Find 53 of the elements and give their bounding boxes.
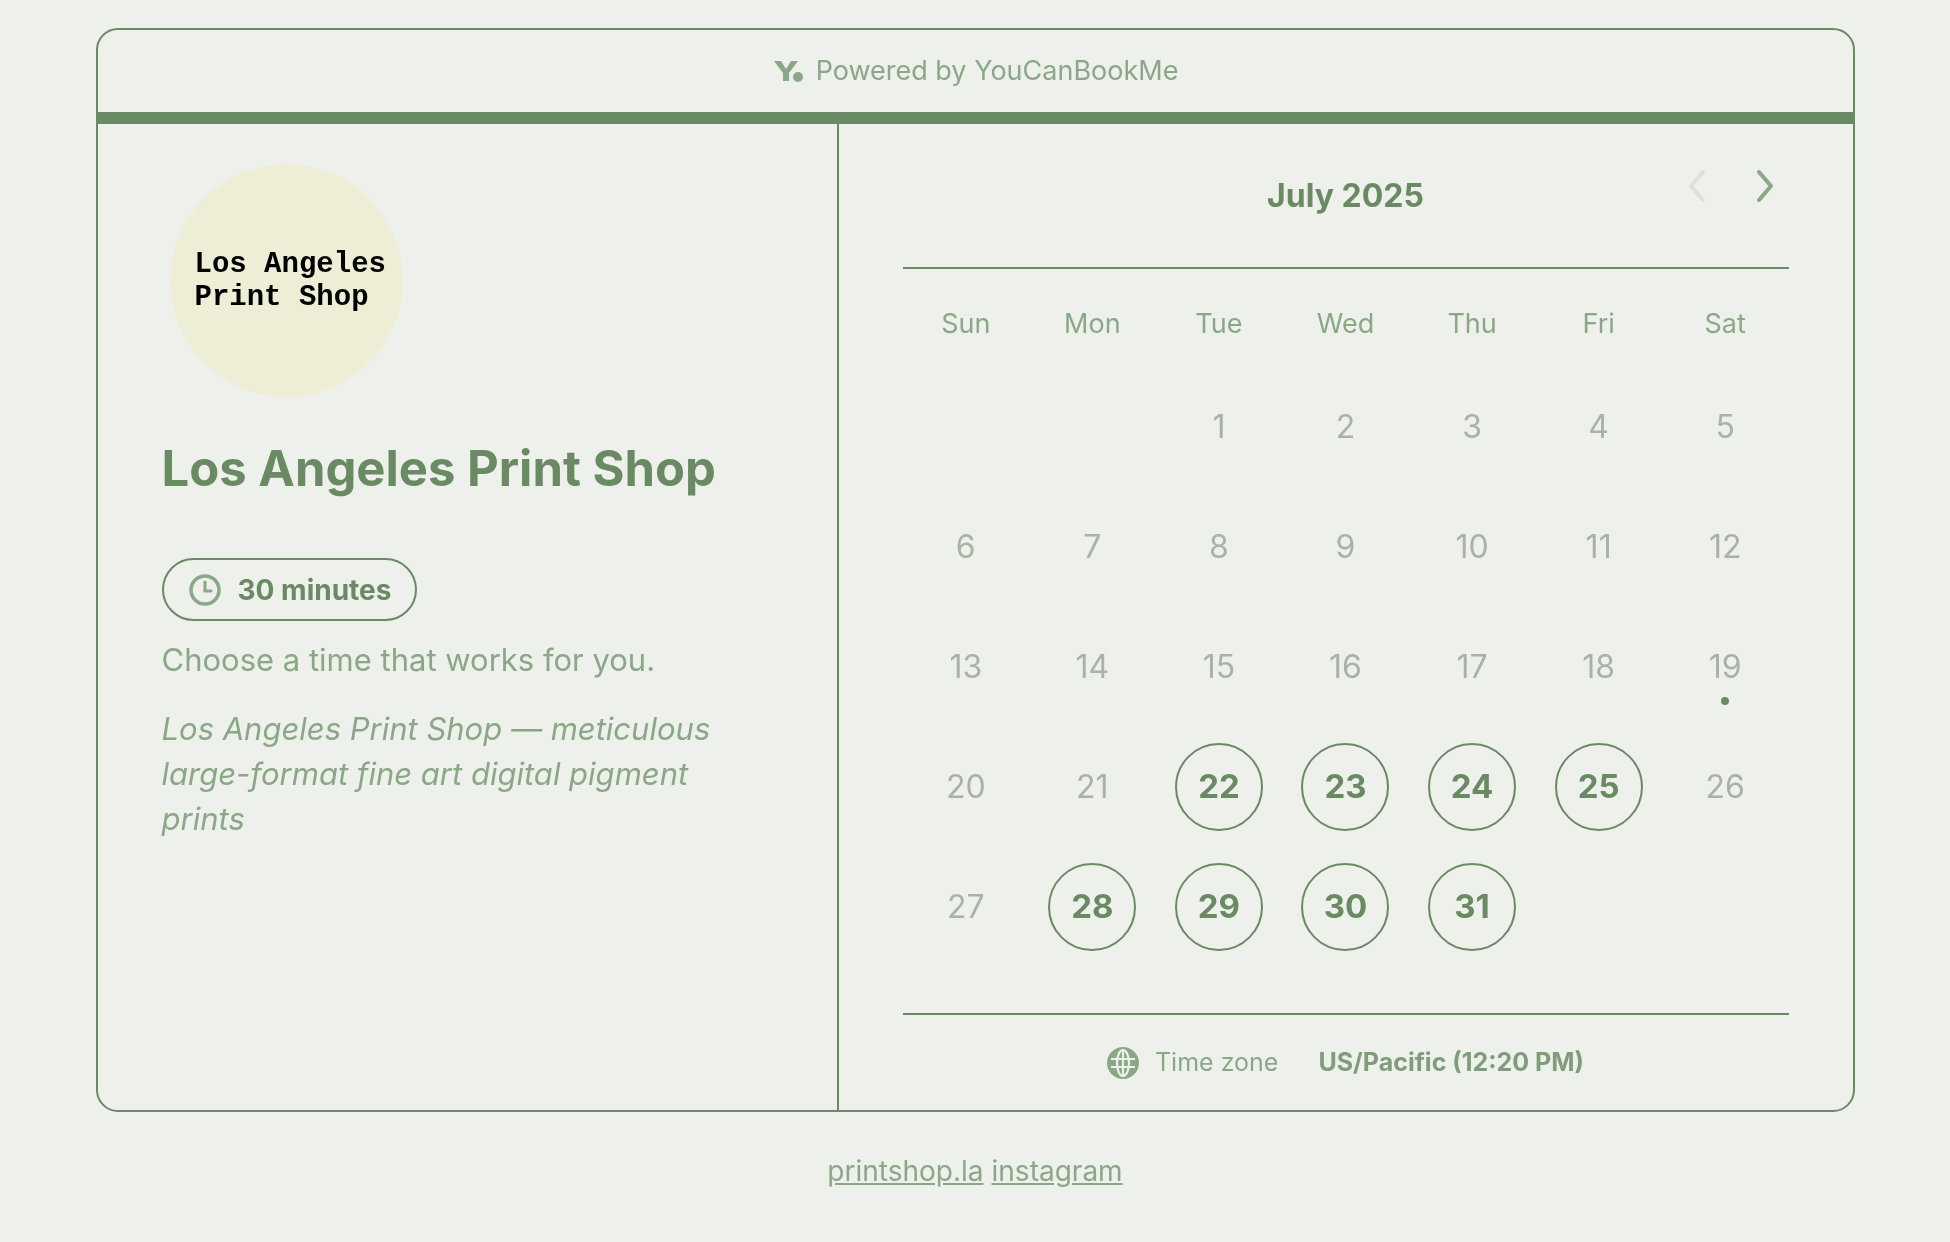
unavailable-day: 8: [1174, 503, 1263, 591]
footer-link[interactable]: printshop.la: [827, 1150, 984, 1192]
clock-icon: [187, 572, 222, 607]
unavailable-day: 21: [1048, 743, 1137, 831]
available-day[interactable]: 25: [1554, 743, 1643, 831]
weekday-label: Fri: [1581, 306, 1616, 343]
unavailable-day: 16: [1301, 623, 1390, 711]
unavailable-day: 19: [1681, 623, 1770, 711]
unavailable-day: 11: [1554, 503, 1643, 591]
globe-icon: [1106, 1046, 1139, 1079]
available-day[interactable]: 28: [1048, 863, 1137, 951]
unavailable-day: 4: [1554, 383, 1643, 471]
weekday-label: Sun: [940, 306, 992, 343]
weekday-label: Sat: [1703, 306, 1747, 343]
unavailable-day: 6: [921, 503, 1010, 591]
unavailable-day: 14: [1048, 623, 1137, 711]
powered-by-text: Powered by YouCanBookMe: [815, 52, 1179, 89]
unavailable-day: 12: [1681, 503, 1770, 591]
unavailable-day: 13: [921, 623, 1010, 711]
available-day[interactable]: 23: [1301, 743, 1390, 831]
unavailable-day: 17: [1428, 623, 1517, 711]
available-day[interactable]: 30: [1301, 863, 1390, 951]
unavailable-day: 27: [921, 863, 1010, 951]
footer-link[interactable]: instagram: [991, 1150, 1123, 1192]
available-day[interactable]: 29: [1174, 863, 1263, 951]
unavailable-day: 7: [1048, 503, 1137, 591]
duration-text: 30 minutes: [237, 571, 392, 609]
prompt-text: Choose a time that works for you.: [161, 640, 657, 680]
unavailable-day: 15: [1174, 623, 1263, 711]
unavailable-day: 3: [1428, 383, 1517, 471]
timezone-selector[interactable]: US/Pacific (12:20 PM): [1318, 1043, 1584, 1082]
unavailable-day: 20: [921, 743, 1010, 831]
weekday-label: Tue: [1194, 306, 1244, 343]
available-day[interactable]: 31: [1428, 863, 1517, 951]
unavailable-day: 1: [1174, 383, 1263, 471]
unavailable-day: 18: [1554, 623, 1643, 711]
description-text: Los Angeles Print Shop — meticulous large-format fine art digital pigment prints: [161, 708, 712, 839]
available-day[interactable]: 24: [1428, 743, 1517, 831]
logo-text: Los Angeles: [194, 247, 386, 281]
logo-icon: [771, 59, 804, 83]
weekday-label: Mon: [1063, 306, 1122, 343]
weekday-label: Thu: [1446, 306, 1498, 343]
unavailable-day: 26: [1681, 743, 1770, 831]
unavailable-day: 10: [1428, 503, 1517, 591]
weekday-label: Wed: [1315, 306, 1376, 343]
timezone-label: Time zone: [1154, 1045, 1279, 1079]
unavailable-day: 2: [1301, 383, 1390, 471]
month-title: July 2025: [1267, 174, 1424, 217]
available-day[interactable]: 22: [1174, 743, 1263, 831]
unavailable-day: 5: [1681, 383, 1770, 471]
page-title: Los Angeles Print Shop: [161, 438, 717, 500]
unavailable-day: 9: [1301, 503, 1390, 591]
logo-text: Print Shop: [194, 280, 370, 314]
